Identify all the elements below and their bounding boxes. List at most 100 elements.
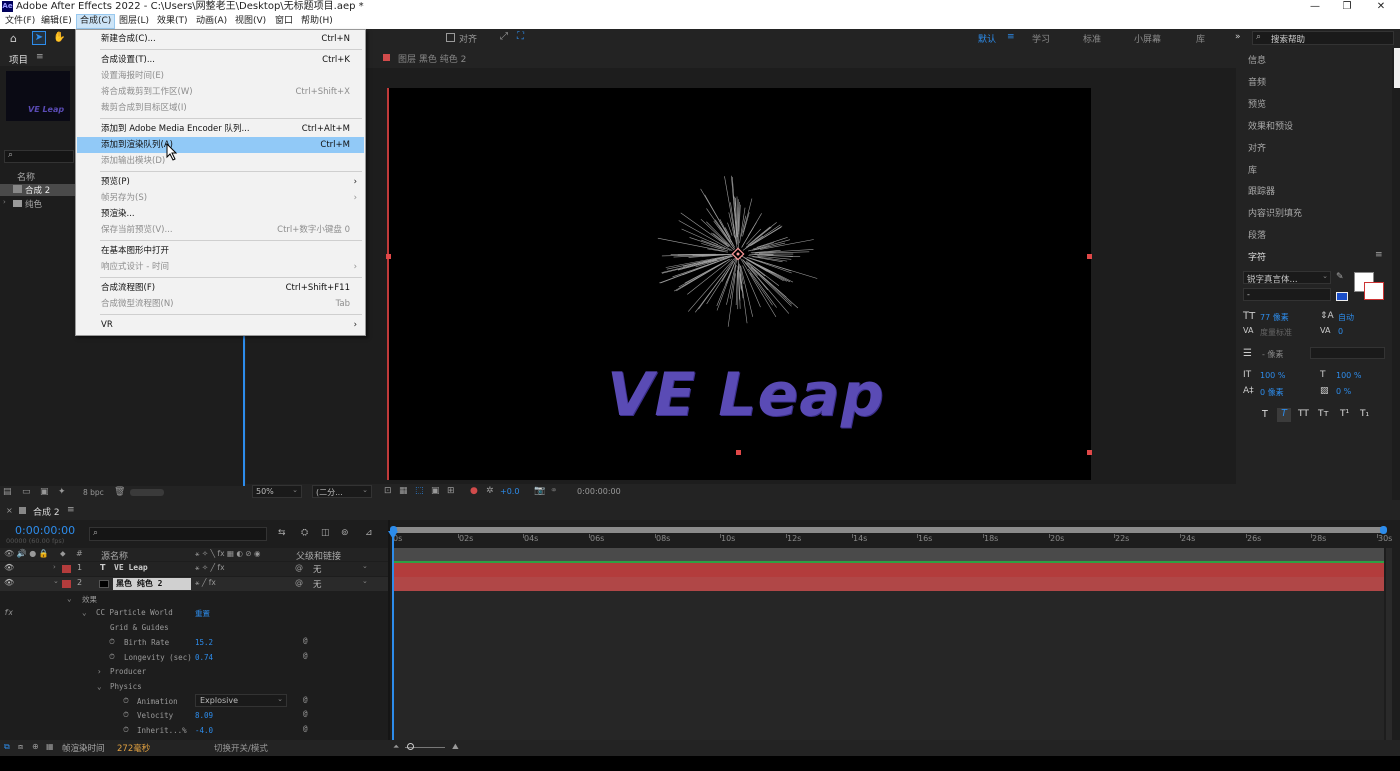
collapse-icon[interactable]: ⌄ xyxy=(67,594,72,603)
transparency-grid-icon[interactable]: ▦ xyxy=(399,486,408,496)
maximize-button[interactable]: ❐ xyxy=(1332,0,1362,13)
project-item-comp[interactable]: 合成 2 xyxy=(0,184,75,196)
pickwhip-icon[interactable]: @ xyxy=(295,578,303,587)
project-search-input[interactable]: ⌕ xyxy=(4,150,74,163)
time-ruler[interactable]: 0s 02s 04s 06s 08s 10s 12s 14s 16s 18s 20s 22s 24s 26… xyxy=(392,534,1392,548)
expand-icon[interactable]: › xyxy=(97,667,102,676)
layer-switches-icon[interactable]: ⚹ ╱ fx xyxy=(195,578,216,588)
snapshot-icon[interactable]: 📷 xyxy=(534,486,545,496)
bpc-label[interactable]: 8 bpc xyxy=(83,488,104,497)
menu-help[interactable]: 帮助(H) xyxy=(298,15,336,28)
collapse-icon[interactable]: ⌄ xyxy=(53,577,59,585)
workspace-more-icon[interactable]: » xyxy=(1235,32,1241,42)
eyedropper-icon[interactable]: ✎ xyxy=(1336,272,1344,282)
resolution-select[interactable]: (二分... ⌄ xyxy=(312,485,372,498)
home-icon[interactable]: ⌂ xyxy=(10,32,17,45)
prop-grid-guides[interactable]: Grid & Guides xyxy=(110,623,169,632)
expression-pickwhip-icon[interactable]: @ xyxy=(303,695,308,704)
menu-item[interactable]: 设置海报时间(E) xyxy=(77,68,364,84)
timeline-search-input[interactable]: ⌕ xyxy=(89,527,267,541)
font-style-select[interactable]: - xyxy=(1243,288,1331,301)
collapse-icon[interactable]: ⌄ xyxy=(97,682,102,691)
menu-effect[interactable]: 效果(T) xyxy=(154,15,191,28)
expression-pickwhip-icon[interactable]: @ xyxy=(303,636,308,645)
expression-pickwhip-icon[interactable]: @ xyxy=(303,651,308,660)
stopwatch-icon[interactable]: ⏱ xyxy=(123,710,129,720)
all-caps-button[interactable]: TT xyxy=(1298,409,1309,419)
project-tab[interactable]: 项目 xyxy=(9,52,28,66)
panel-library[interactable]: 库 xyxy=(1248,163,1257,176)
exposure-icon[interactable]: ✲ xyxy=(486,486,494,496)
layer-label-swatch[interactable] xyxy=(62,580,71,588)
panel-character[interactable]: 字符 xyxy=(1248,250,1266,263)
thumbnail-slider[interactable] xyxy=(130,489,164,496)
modes-toggle-icon[interactable]: ⧈ xyxy=(18,742,23,752)
work-area-bar[interactable] xyxy=(390,526,1387,534)
vertical-scale-value[interactable]: 100 % xyxy=(1260,371,1285,380)
effect-reset-link[interactable]: 重置 xyxy=(195,608,210,619)
faux-bold-button[interactable]: T xyxy=(1262,409,1268,420)
menu-item[interactable]: 预览(P) › xyxy=(77,174,364,190)
zoom-out-icon[interactable]: ⏶ xyxy=(393,742,399,752)
panel-paragraph[interactable]: 段落 xyxy=(1248,228,1266,241)
timeline-comp-tab[interactable]: 合成 2 xyxy=(33,505,60,518)
workspace-standard[interactable]: 标准 xyxy=(1083,32,1101,45)
project-col-name[interactable]: 名称 xyxy=(17,170,35,183)
graph-editor-icon[interactable]: ⊿ xyxy=(365,528,373,538)
baseline-shift-value[interactable]: 0 像素 xyxy=(1260,387,1284,398)
menu-item[interactable]: VR › xyxy=(77,317,364,333)
close-tab-icon[interactable]: × xyxy=(6,506,13,515)
panel-info[interactable]: 信息 xyxy=(1248,53,1266,66)
selection-tool-icon[interactable]: ➤ xyxy=(32,31,46,45)
faux-italic-button[interactable]: T xyxy=(1277,408,1291,422)
fast-preview-icon[interactable]: ⊡ xyxy=(384,486,392,496)
zoom-slider-handle[interactable] xyxy=(407,743,414,750)
tsume-value[interactable]: 0 % xyxy=(1336,387,1351,396)
interpret-icon[interactable]: ▤ xyxy=(3,487,12,497)
comp-mini-flowchart-icon[interactable]: ⇆ xyxy=(278,528,286,538)
menu-item[interactable]: 添加输出模块(D) xyxy=(77,153,364,169)
title-text-layer[interactable]: VE Leap xyxy=(607,360,885,430)
menu-item[interactable]: 预渲染... xyxy=(77,206,364,222)
scrollbar[interactable] xyxy=(1394,48,1400,88)
close-button[interactable]: ✕ xyxy=(1366,0,1396,13)
col-source-name[interactable]: 源名称 xyxy=(101,549,128,562)
panel-tracker[interactable]: 跟踪器 xyxy=(1248,184,1275,197)
parent-select[interactable]: 无 xyxy=(313,563,322,575)
work-area-end-handle[interactable] xyxy=(1380,526,1387,534)
viewer-timecode[interactable]: 0:00:00:00 xyxy=(577,487,621,496)
col-parent[interactable]: 父级和链接 xyxy=(296,549,341,562)
layer-name[interactable]: VE Leap xyxy=(114,563,148,572)
menu-item[interactable]: 添加到 Adobe Media Encoder 队列... Ctrl+Alt+M xyxy=(77,121,364,137)
color-channel-icon[interactable]: ● xyxy=(470,486,478,496)
project-menu-icon[interactable]: ≡ xyxy=(36,52,44,62)
expand-icon[interactable]: › xyxy=(53,563,56,571)
timeline-timecode[interactable]: 0:00:00:00 xyxy=(15,524,75,537)
stroke-width-value[interactable]: - 像素 xyxy=(1262,349,1283,360)
longevity-value[interactable]: 0.74 xyxy=(195,653,213,662)
kerning-value[interactable]: 度量标准 xyxy=(1260,327,1292,338)
frame-blending-icon[interactable]: ⊚ xyxy=(341,528,349,538)
timeline-menu-icon[interactable]: ≡ xyxy=(67,505,75,515)
minimize-button[interactable]: — xyxy=(1300,0,1330,13)
workspace-learn[interactable]: 学习 xyxy=(1032,32,1050,45)
workspace-library[interactable]: 库 xyxy=(1196,32,1205,45)
visibility-icon[interactable]: 👁 xyxy=(4,563,14,572)
layer-row[interactable]: 👁 ⌄ 2 黑色 纯色 2 ⚹ ╱ fx @ 无 ⌄ xyxy=(0,577,388,591)
stroke-style-select[interactable] xyxy=(1310,347,1385,359)
new-folder-icon[interactable]: ▭ xyxy=(22,487,31,497)
menu-item[interactable]: 保存当前预览(V)... Ctrl+数字小键盘 0 xyxy=(77,222,364,238)
layer-label-swatch[interactable] xyxy=(62,565,71,573)
layer-switches-icon[interactable]: ⚹ ✧ ╱ fx xyxy=(195,563,225,573)
horizontal-scale-value[interactable]: 100 % xyxy=(1336,371,1361,380)
timeline-scrollbar[interactable] xyxy=(1386,548,1392,743)
panel-content-aware-fill[interactable]: 内容识别填充 xyxy=(1248,206,1302,219)
exposure-value[interactable]: +0.0 xyxy=(500,487,519,496)
snap-icon[interactable]: ⤢ xyxy=(500,31,508,42)
subscript-button[interactable]: T₁ xyxy=(1360,409,1369,419)
menu-item[interactable]: 在基本图形中打开 xyxy=(77,243,364,259)
menu-item[interactable]: 将合成裁剪到工作区(W) Ctrl+Shift+X xyxy=(77,84,364,100)
prop-physics[interactable]: Physics xyxy=(110,682,142,691)
parent-select[interactable]: 无 xyxy=(313,578,322,590)
stopwatch-icon[interactable]: ⏱ xyxy=(123,696,129,706)
